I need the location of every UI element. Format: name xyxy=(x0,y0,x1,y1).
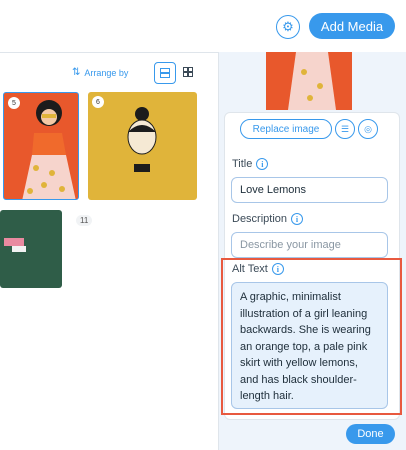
focal-point-button[interactable]: ◎ xyxy=(358,119,378,139)
replace-image-button[interactable]: Replace image xyxy=(240,119,332,139)
done-button[interactable]: Done xyxy=(346,424,395,444)
sliders-icon: ☰ xyxy=(340,123,350,134)
add-media-button[interactable]: Add Media xyxy=(309,13,395,39)
settings-button[interactable]: ⚙ xyxy=(276,15,300,39)
arrange-by-button[interactable]: ⇅ Arrange by xyxy=(72,67,128,78)
adjust-button[interactable]: ☰ xyxy=(335,119,355,139)
info-icon[interactable]: i xyxy=(291,213,304,225)
crosshair-icon: ◎ xyxy=(364,123,372,134)
title-label-row: Title i xyxy=(232,158,269,170)
media-thumbnail-lemons[interactable]: 5 xyxy=(3,92,79,200)
image-preview xyxy=(266,52,352,110)
description-field[interactable]: Describe your image xyxy=(231,232,388,258)
portrait-illustration xyxy=(127,107,157,172)
alt-text-highlight xyxy=(221,258,402,415)
grid-view-button[interactable] xyxy=(178,62,198,82)
media-thumbnail-green[interactable] xyxy=(0,210,62,288)
green-illustration xyxy=(4,238,26,252)
info-icon[interactable]: i xyxy=(256,158,269,170)
thumbnail-badge: 6 xyxy=(92,96,104,108)
more-count-badge: 11 xyxy=(76,215,93,226)
arrange-by-label: Arrange by xyxy=(84,67,129,78)
list-view-button[interactable] xyxy=(154,62,176,84)
gear-icon: ⚙ xyxy=(282,19,294,34)
title-field[interactable]: Love Lemons xyxy=(231,177,388,203)
list-view-icon xyxy=(160,68,170,78)
lemons-illustration xyxy=(22,100,76,199)
sort-icon: ⇅ xyxy=(72,67,81,78)
media-thumbnail-portrait[interactable]: 6 xyxy=(88,92,197,200)
grid-view-icon xyxy=(183,67,193,77)
description-label-row: Description i xyxy=(232,213,304,225)
thumbnail-badge: 5 xyxy=(8,97,20,109)
description-label: Description xyxy=(232,213,288,225)
title-label: Title xyxy=(232,158,253,170)
